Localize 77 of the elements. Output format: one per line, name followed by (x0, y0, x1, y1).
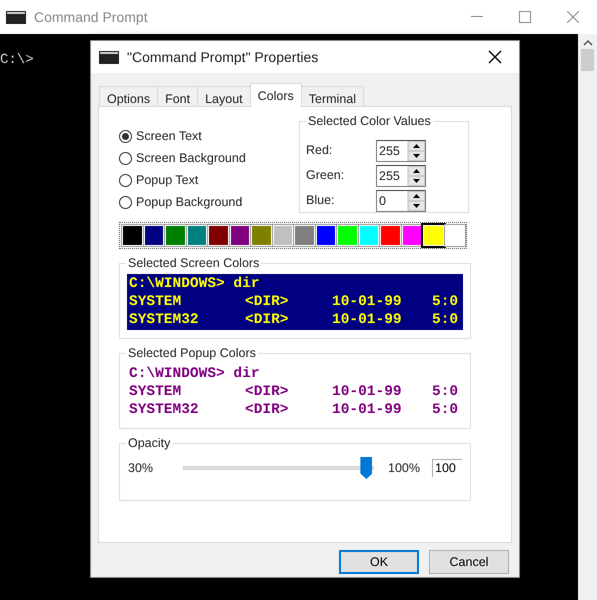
minimize-icon[interactable] (471, 16, 483, 18)
preview-text: 10-01-99 (332, 383, 403, 401)
color-swatch[interactable] (380, 225, 400, 246)
tab[interactable]: Options (99, 86, 158, 107)
scroll-up-icon[interactable] (582, 39, 592, 47)
color-swatch[interactable] (316, 225, 336, 246)
spin-box[interactable]: 255 (376, 164, 426, 186)
console-icon (6, 10, 26, 24)
slider-min-label: 30% (128, 460, 154, 477)
preview-text: 10-01-99 (332, 293, 403, 311)
field-label: Red: (306, 142, 334, 160)
group-title: Opacity (126, 435, 172, 451)
dialog-title: "Command Prompt" Properties (127, 48, 320, 67)
preview-text: SYSTEM (129, 383, 182, 401)
group-title: Selected Popup Colors (126, 345, 258, 361)
color-swatch[interactable] (165, 225, 186, 246)
color-swatch[interactable] (294, 225, 314, 246)
color-swatch[interactable] (208, 225, 228, 246)
preview-text: <DIR> (245, 401, 290, 419)
spin-box[interactable]: 255 (376, 140, 426, 162)
radio-label[interactable]: Popup Background (136, 192, 242, 212)
console-prompt: C:\> (0, 51, 35, 69)
spin-box[interactable]: 0 (376, 190, 426, 212)
color-swatch[interactable] (423, 225, 444, 246)
preview-text: 5:0 (432, 311, 458, 329)
radio-label[interactable]: Popup Text (136, 170, 198, 190)
color-swatch[interactable] (358, 225, 379, 246)
tab[interactable]: Terminal (300, 86, 364, 107)
preview-text: 10-01-99 (332, 401, 403, 419)
color-swatch[interactable] (144, 225, 164, 246)
preview-text: 10-01-99 (332, 311, 403, 329)
spin-up-icon[interactable] (408, 140, 425, 150)
spin-up-icon[interactable] (408, 190, 425, 200)
tab[interactable]: Colors (250, 83, 302, 107)
preview-text: 5:0 (432, 401, 458, 419)
window-title: Command Prompt (34, 8, 149, 27)
radio-label[interactable]: Screen Background (136, 148, 246, 168)
radio-label[interactable]: Screen Text (136, 126, 202, 146)
color-swatch[interactable] (251, 225, 272, 246)
color-swatch[interactable] (402, 225, 422, 246)
spin-down-icon[interactable] (408, 200, 425, 210)
color-swatch[interactable] (186, 225, 207, 246)
field-label: Green: (306, 167, 346, 184)
opacity-field[interactable]: 100 (432, 459, 462, 477)
preview-text: <DIR> (245, 293, 290, 311)
preview-text: SYSTEM32 (129, 311, 200, 329)
slider-track[interactable] (183, 456, 374, 480)
radio-button[interactable] (119, 196, 132, 208)
radio-button[interactable] (119, 174, 132, 186)
field-label: Blue: (306, 192, 336, 210)
close-icon[interactable] (488, 50, 502, 64)
maximize-icon[interactable] (519, 11, 531, 23)
radio-button[interactable] (119, 130, 132, 142)
spin-down-icon[interactable] (408, 176, 425, 186)
color-swatch[interactable] (230, 225, 250, 246)
preview-text: C:\WINDOWS> dir (129, 365, 260, 383)
color-swatch[interactable] (272, 225, 293, 246)
color-swatch[interactable] (337, 225, 358, 246)
spin-down-icon[interactable] (408, 150, 425, 160)
preview-text: <DIR> (245, 311, 290, 329)
preview-text: 5:0 (432, 383, 458, 401)
console-icon (99, 50, 119, 64)
tab[interactable]: Layout (197, 86, 251, 107)
preview-text: C:\WINDOWS> dir (129, 275, 260, 293)
slider-max-label: 100% (388, 460, 420, 477)
dialog-button[interactable]: Cancel (429, 550, 509, 574)
dialog-button[interactable]: OK (339, 550, 419, 574)
color-swatch[interactable] (122, 225, 142, 246)
scroll-thumb[interactable] (581, 49, 594, 71)
slider-thumb[interactable] (360, 457, 372, 479)
radio-button[interactable] (119, 152, 132, 164)
preview-text: <DIR> (245, 383, 290, 401)
preview-text: SYSTEM32 (129, 401, 200, 419)
preview-text: SYSTEM (129, 293, 182, 311)
spin-up-icon[interactable] (408, 166, 425, 176)
scrollbar[interactable] (578, 34, 597, 600)
preview-text: 5:0 (432, 293, 458, 311)
